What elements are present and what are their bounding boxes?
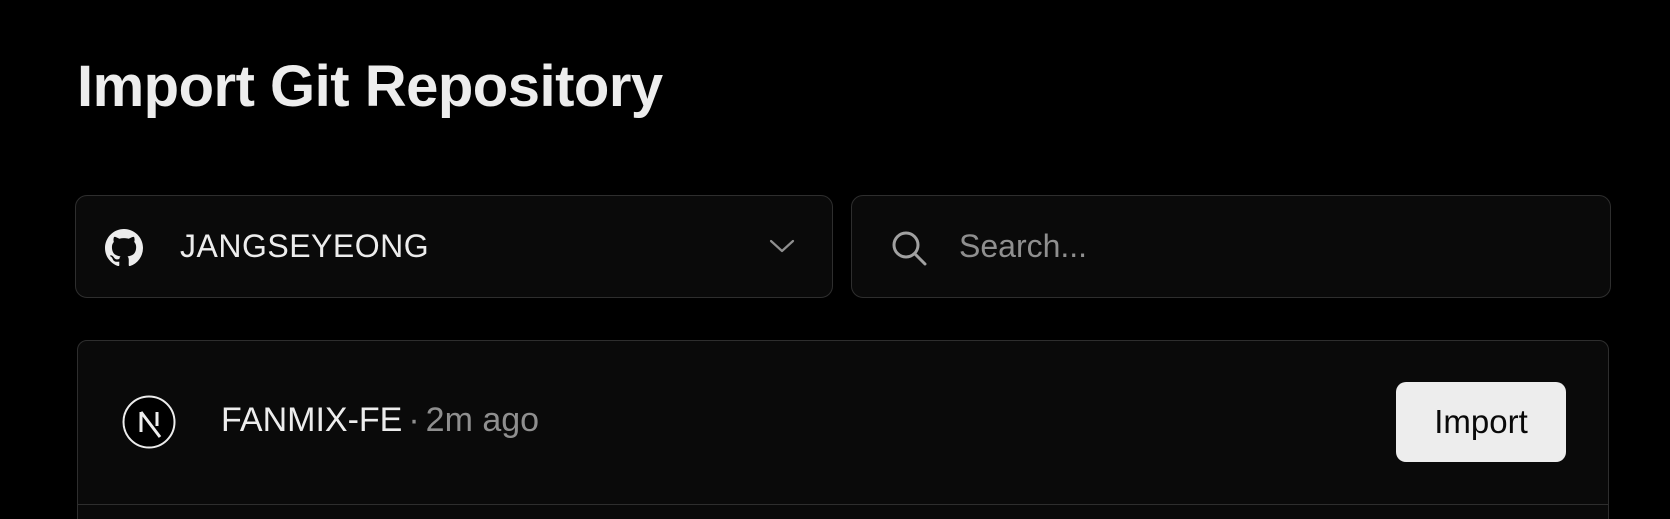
- repository-row: FANMIX-FE · 2m ago Import: [78, 341, 1608, 505]
- chevron-down-icon: [769, 239, 795, 253]
- meta-separator: ·: [408, 401, 420, 439]
- repository-list: FANMIX-FE · 2m ago Import: [77, 340, 1609, 519]
- import-repository-page: Import Git Repository JANGSEYEONG Search…: [0, 0, 1670, 519]
- repository-info: FANMIX-FE · 2m ago: [221, 401, 539, 440]
- search-icon: [892, 231, 927, 266]
- page-title: Import Git Repository: [77, 54, 663, 119]
- git-account-select[interactable]: JANGSEYEONG: [75, 195, 833, 298]
- import-button[interactable]: Import: [1396, 382, 1566, 462]
- repository-updated-time: 2m ago: [425, 401, 540, 439]
- selected-account-name: JANGSEYEONG: [180, 228, 430, 264]
- repository-controls: JANGSEYEONG: [75, 195, 1611, 301]
- repository-name: FANMIX-FE: [221, 401, 403, 439]
- github-icon: [105, 229, 143, 267]
- search-input[interactable]: [959, 220, 1579, 272]
- repository-search[interactable]: [851, 195, 1611, 298]
- nextjs-logo-icon: [122, 395, 176, 449]
